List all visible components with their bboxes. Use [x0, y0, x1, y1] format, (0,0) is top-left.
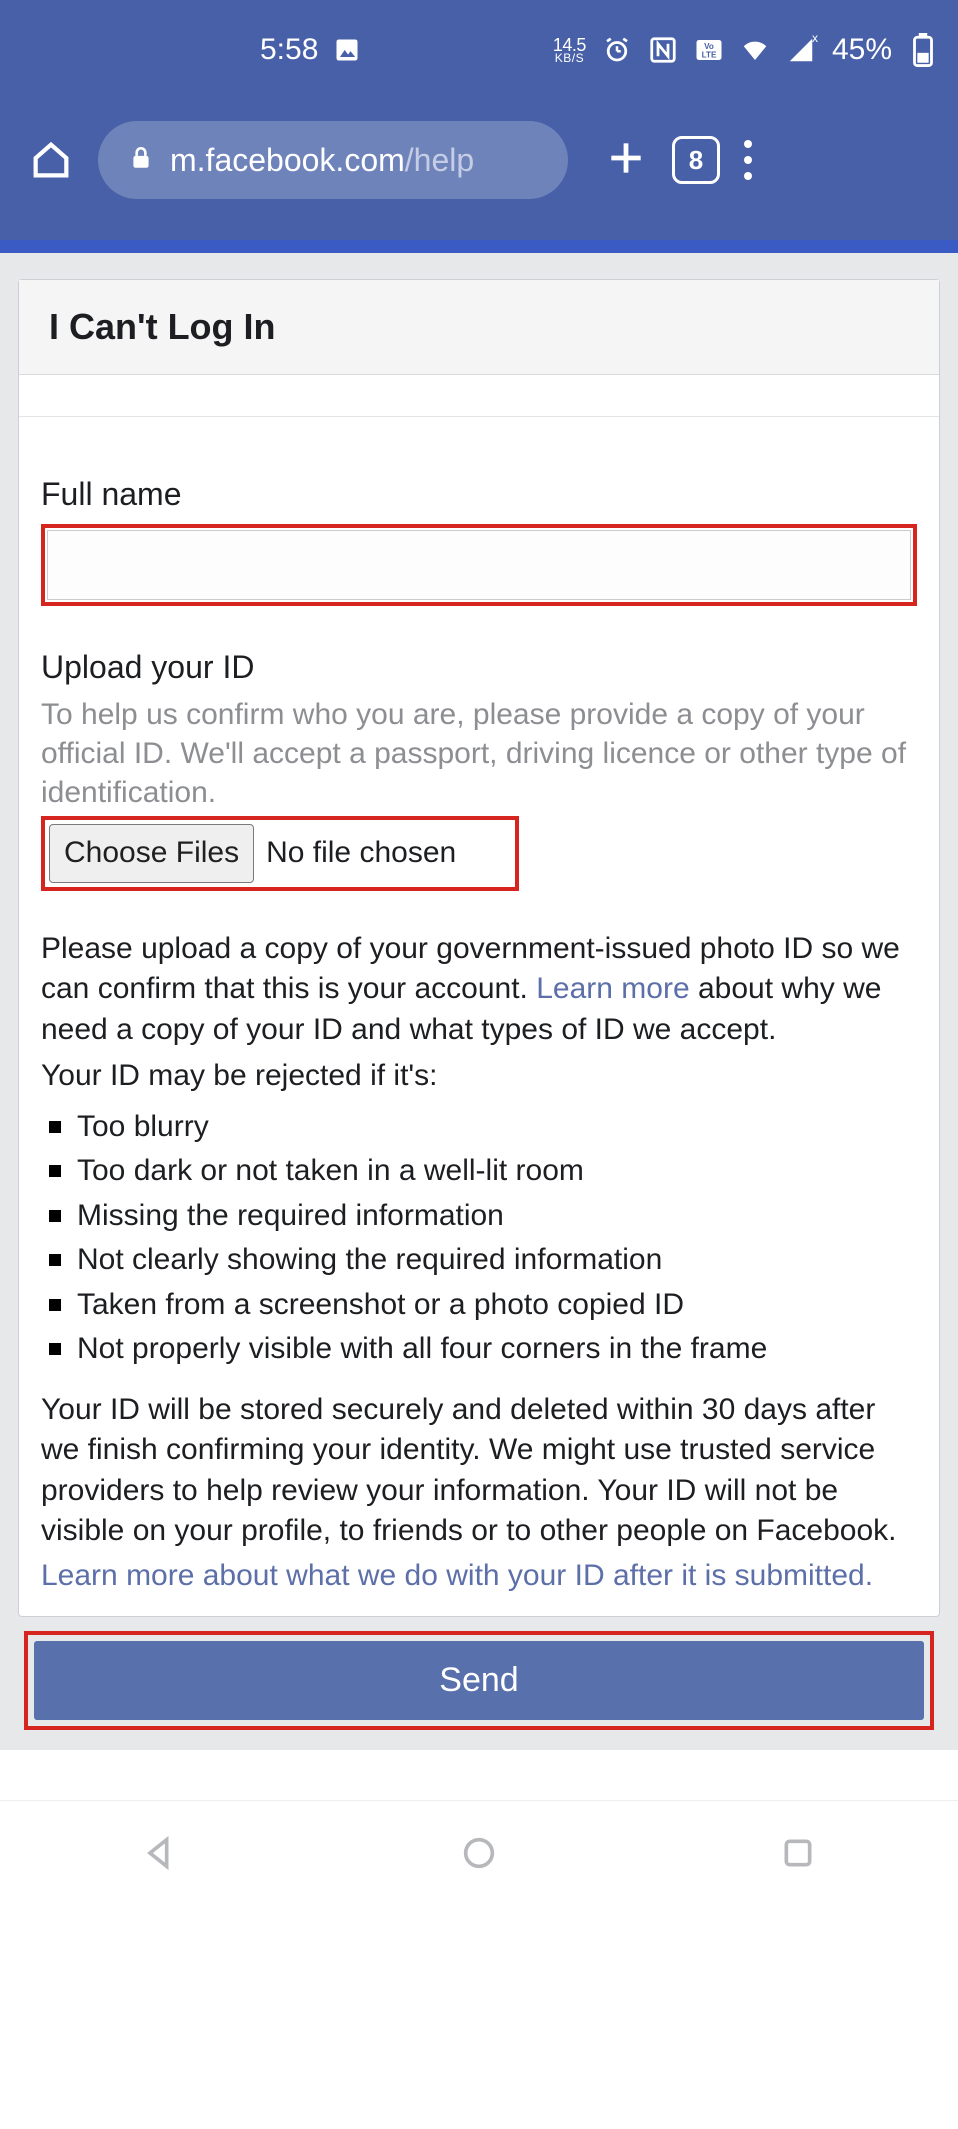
choose-files-button[interactable]: Choose Files [49, 824, 254, 883]
list-item: Missing the required information [41, 1196, 917, 1237]
browser-menu-button[interactable] [744, 140, 752, 180]
nfc-icon [648, 35, 678, 65]
home-button[interactable] [459, 1833, 499, 1878]
tabs-button[interactable]: 8 [672, 136, 720, 184]
wifi-icon [740, 35, 770, 65]
send-button[interactable]: Send [34, 1641, 924, 1720]
fullname-input[interactable] [47, 530, 911, 600]
list-item: Too dark or not taken in a well-lit room [41, 1151, 917, 1192]
fullname-highlight [41, 524, 917, 606]
accent-strip [0, 240, 958, 253]
file-input-highlight: Choose Files No file chosen [41, 816, 519, 891]
status-time: 5:58 [260, 33, 318, 67]
home-icon[interactable] [28, 137, 74, 183]
image-icon [332, 35, 362, 65]
new-tab-button[interactable] [604, 136, 648, 185]
lock-icon [128, 145, 154, 176]
browser-toolbar: m.facebook.com/help 8 [0, 100, 958, 240]
upload-instructions: Please upload a copy of your government-… [41, 929, 917, 1051]
reject-intro: Your ID may be rejected if it's: [41, 1056, 917, 1097]
list-item: Too blurry [41, 1107, 917, 1148]
url-text: m.facebook.com/help [170, 142, 474, 179]
svg-text:Vo: Vo [704, 42, 714, 51]
learn-more-link[interactable]: Learn more [536, 972, 689, 1005]
page-background: I Can't Log In Full name Upload your ID … [0, 253, 958, 1750]
reject-reasons-list: Too blurry Too dark or not taken in a we… [41, 1107, 917, 1370]
svg-text:LTE: LTE [702, 51, 717, 60]
storage-info: Your ID will be stored securely and dele… [41, 1390, 917, 1552]
data-rate-indicator: 14.5 KB/S [553, 37, 586, 64]
list-item: Not clearly showing the required informa… [41, 1240, 917, 1281]
list-item: Taken from a screenshot or a photo copie… [41, 1285, 917, 1326]
learn-more-storage-link[interactable]: Learn more about what we do with your ID… [41, 1556, 917, 1597]
list-item: Not properly visible with all four corne… [41, 1329, 917, 1370]
android-status-bar: 5:58 14.5 KB/S VoLTE x 45% [0, 0, 958, 100]
alarm-icon [602, 35, 632, 65]
page-title: I Can't Log In [19, 280, 939, 375]
upload-hint: To help us confirm who you are, please p… [41, 695, 917, 812]
recents-button[interactable] [778, 1833, 818, 1878]
volte-icon: VoLTE [694, 35, 724, 65]
battery-percent: 45% [832, 33, 892, 67]
form-card: I Can't Log In Full name Upload your ID … [18, 279, 940, 1617]
back-button[interactable] [140, 1833, 180, 1878]
fullname-label: Full name [41, 473, 917, 516]
send-highlight: Send [24, 1631, 934, 1730]
upload-label: Upload your ID [41, 646, 917, 689]
signal-icon: x [786, 35, 816, 65]
battery-icon [908, 35, 938, 65]
android-nav-bar [0, 1800, 958, 1910]
url-bar[interactable]: m.facebook.com/help [98, 121, 568, 199]
file-status: No file chosen [254, 825, 511, 882]
